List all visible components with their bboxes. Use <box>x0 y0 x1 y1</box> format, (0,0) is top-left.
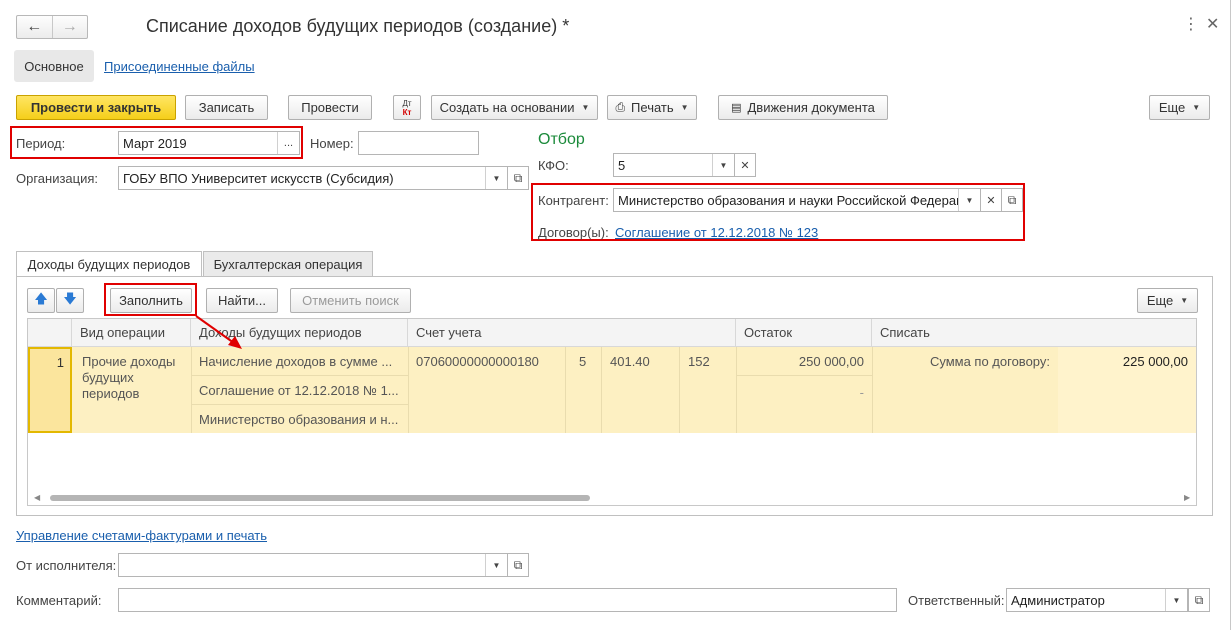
open-window-icon[interactable]: ⧉ <box>507 553 529 577</box>
table-header-num <box>28 319 72 347</box>
horizontal-scrollbar[interactable]: ◀ ▶ <box>28 491 1196 505</box>
responsible-value: Администратор <box>1011 592 1105 608</box>
post-button[interactable]: Провести <box>288 95 372 120</box>
table-row[interactable]: 1 Прочие доходы будущих периодов Начисле… <box>28 347 1196 433</box>
period-label: Период: <box>16 136 66 151</box>
more-label: Еще <box>1158 100 1186 115</box>
cancel-search-button[interactable]: Отменить поиск <box>290 288 411 313</box>
organization-field[interactable]: ГОБУ ВПО Университет искусств (Субсидия)… <box>118 166 508 190</box>
tab-accounting-operation[interactable]: Бухгалтерская операция <box>203 251 373 277</box>
table-more-label: Еще <box>1146 293 1174 308</box>
window-title: Списание доходов будущих периодов (созда… <box>146 16 570 36</box>
account-cell: 07060000000000180 <box>416 354 539 369</box>
more-vertical-icon[interactable]: ⋮ <box>1183 14 1199 34</box>
open-window-icon[interactable]: ⧉ <box>507 166 529 190</box>
contractor-label: Контрагент: <box>538 193 609 208</box>
number-field[interactable] <box>358 131 479 155</box>
responsible-label: Ответственный: <box>908 593 1005 608</box>
dtkt-icon[interactable]: Дт Кт <box>393 95 421 120</box>
movements-label: Движения документа <box>747 100 875 115</box>
print-button[interactable]: ⎙ Печать ▼ <box>607 95 697 120</box>
close-icon[interactable]: ✕ <box>1206 14 1219 34</box>
comment-label: Комментарий: <box>16 593 102 608</box>
open-window-icon[interactable]: ⧉ <box>1001 188 1023 212</box>
invoices-management-link[interactable]: Управление счетами-фактурами и печать <box>16 528 267 543</box>
scrollbar-thumb[interactable] <box>50 495 590 501</box>
contractor-value: Министерство образования и науки Российс… <box>618 192 958 208</box>
income-cell-contractor: Министерство образования и н... <box>199 412 399 427</box>
open-window-icon[interactable]: ⧉ <box>1188 588 1210 612</box>
income-cell-contract: Соглашение от 12.12.2018 № 1... <box>199 383 399 398</box>
create-based-on-label: Создать на основании <box>439 100 575 115</box>
responsible-field[interactable]: Администратор ▼ <box>1006 588 1188 612</box>
kfo-cell: 5 <box>579 354 587 369</box>
table-header-write-off[interactable]: Списать <box>872 319 1196 347</box>
forward-arrow-icon[interactable]: → <box>51 16 88 38</box>
annotation-arrow-icon <box>195 315 242 349</box>
balance-cell: 250 000,00 <box>798 354 864 369</box>
contract-link[interactable]: Соглашение от 12.12.2018 № 123 <box>615 225 818 240</box>
scroll-right-icon[interactable]: ▶ <box>1184 493 1190 502</box>
scroll-left-icon[interactable]: ◀ <box>34 493 40 502</box>
kosgu-cell: 152 <box>688 354 710 369</box>
dt-label: Дт <box>402 98 412 108</box>
table-header-account[interactable]: Счет учета <box>408 319 736 347</box>
save-button[interactable]: Записать <box>185 95 268 120</box>
post-and-close-button[interactable]: Провести и закрыть <box>16 95 176 120</box>
ellipsis-icon[interactable]: ... <box>277 132 299 154</box>
kps-cell: 401.40 <box>610 354 650 369</box>
clear-icon[interactable]: ✕ <box>734 153 756 177</box>
move-up-icon[interactable]: 🡅 <box>27 288 55 313</box>
executor-label: От исполнителя: <box>16 558 117 573</box>
document-movements-button[interactable]: ▤ Движения документа <box>718 95 888 120</box>
balance-sub-cell: - <box>859 385 864 400</box>
kfo-field[interactable]: 5 ▼ <box>613 153 735 177</box>
back-arrow-icon[interactable]: ← <box>17 16 52 38</box>
write-off-value[interactable]: 225 000,00 <box>1062 354 1188 369</box>
comment-field[interactable] <box>118 588 897 612</box>
chevron-down-icon[interactable]: ▼ <box>712 154 734 176</box>
kfo-value: 5 <box>618 157 626 173</box>
kt-label: Кт <box>402 107 412 117</box>
chevron-down-icon: ▼ <box>1192 103 1201 112</box>
table-header-op-type[interactable]: Вид операции <box>72 319 191 347</box>
tab-future-income[interactable]: Доходы будущих периодов <box>16 251 202 277</box>
executor-field[interactable]: ▼ <box>118 553 508 577</box>
row-number: 1 <box>28 347 72 433</box>
contractor-field[interactable]: Министерство образования и науки Российс… <box>613 188 981 212</box>
income-cell-accrual: Начисление доходов в сумме ... <box>199 354 393 369</box>
printer-icon: ⎙ <box>615 100 626 114</box>
clear-icon[interactable]: ✕ <box>980 188 1002 212</box>
print-label: Печать <box>631 100 674 115</box>
organization-label: Организация: <box>16 171 99 186</box>
chevron-down-icon[interactable]: ▼ <box>485 554 507 576</box>
chevron-down-icon: ▼ <box>1180 296 1189 305</box>
chevron-down-icon[interactable]: ▼ <box>1165 589 1187 611</box>
table-header-balance[interactable]: Остаток <box>736 319 872 347</box>
chevron-down-icon: ▼ <box>581 103 590 112</box>
chevron-down-icon[interactable]: ▼ <box>958 189 980 211</box>
attached-files-link[interactable]: Присоединенные файлы <box>104 59 255 74</box>
op-type-cell: Прочие доходы будущих периодов <box>82 354 176 401</box>
number-label: Номер: <box>310 136 354 151</box>
more-button[interactable]: Еще ▼ <box>1149 95 1210 120</box>
move-down-icon[interactable]: 🡇 <box>56 288 84 313</box>
write-off-label: Сумма по договору: <box>929 354 1050 369</box>
create-based-on-button[interactable]: Создать на основании ▼ <box>431 95 598 120</box>
contract-label: Договор(ы): <box>538 225 609 240</box>
nav-buttons: ← → <box>16 15 88 39</box>
tab-main[interactable]: Основное <box>14 50 94 82</box>
table-more-button[interactable]: Еще ▼ <box>1137 288 1198 313</box>
organization-value: ГОБУ ВПО Университет искусств (Субсидия) <box>123 170 394 186</box>
filter-title: Отбор <box>538 131 585 148</box>
period-field[interactable]: Март 2019 ... <box>118 131 300 155</box>
period-value: Март 2019 <box>123 135 187 151</box>
fill-button[interactable]: Заполнить <box>110 288 192 313</box>
chevron-down-icon: ▼ <box>680 103 689 112</box>
report-chart-icon: ▤ <box>731 102 742 114</box>
chevron-down-icon[interactable]: ▼ <box>485 167 507 189</box>
kfo-label: КФО: <box>538 158 569 173</box>
